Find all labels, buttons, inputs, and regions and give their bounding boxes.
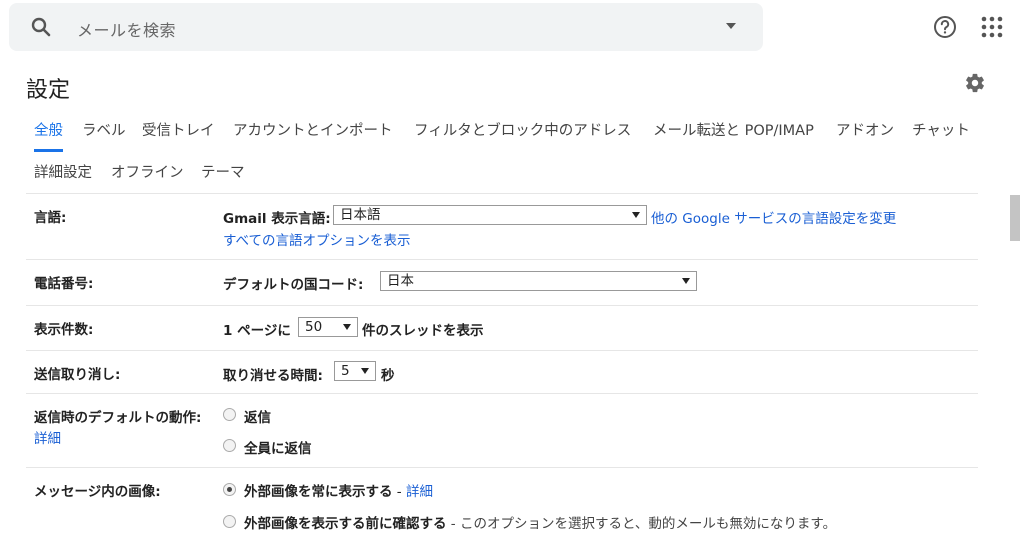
setting-label: メッセージ内の画像:	[34, 484, 161, 500]
chevron-down-icon	[361, 368, 369, 374]
seconds-label: 秒	[381, 368, 395, 384]
setting-row-language: 言語: Gmail 表示言語: 日本語 他の Google サービスの言語設定を…	[26, 194, 978, 259]
setting-row-undo-send: 送信取り消し: 取り消せる時間: 5 秒	[26, 351, 978, 393]
help-icon[interactable]	[932, 14, 958, 40]
country-code-label: デフォルトの国コード:	[223, 277, 364, 293]
undo-period-select[interactable]: 5	[334, 361, 376, 381]
tab-general[interactable]: 全般	[34, 122, 63, 152]
reply-all-radio[interactable]	[223, 439, 236, 452]
setting-label: 言語:	[34, 210, 67, 226]
always-show-images-option: 外部画像を常に表示する - 詳細	[244, 480, 433, 500]
other-google-language-link[interactable]: 他の Google サービスの言語設定を変更	[651, 207, 896, 227]
scrollbar-thumb[interactable]	[1010, 195, 1020, 241]
setting-row-phone: 電話番号: デフォルトの国コード: 日本	[26, 260, 978, 305]
display-language-label: Gmail 表示言語:	[223, 211, 331, 227]
option-separator: -	[392, 484, 406, 500]
display-language-select[interactable]: 日本語	[333, 205, 647, 225]
reply-details-link[interactable]: 詳細	[34, 427, 61, 447]
tab-labels[interactable]: ラベル	[82, 122, 126, 152]
country-code-select[interactable]: 日本	[380, 271, 697, 291]
search-icon[interactable]	[29, 15, 53, 39]
setting-label: 送信取り消し:	[34, 367, 121, 383]
ask-before-images-option: 外部画像を表示する前に確認する - このオプションを選択すると、動的メールも無効…	[244, 512, 836, 532]
tab-filters-blocked[interactable]: フィルタとブロック中のアドレス	[414, 122, 631, 152]
page-size-suffix: 件のスレッドを表示	[362, 323, 484, 339]
setting-label: 返信時のデフォルトの動作:	[34, 410, 202, 426]
page-title: 設定	[26, 78, 71, 103]
tab-addons[interactable]: アドオン	[836, 122, 894, 152]
scrollbar[interactable]	[1006, 58, 1024, 538]
top-bar: メールを検索	[0, 0, 1024, 58]
ask-before-images-label[interactable]: 外部画像を表示する前に確認する	[244, 516, 447, 532]
setting-row-images: メッセージ内の画像: 外部画像を常に表示する - 詳細 外部画像を表示する前に確…	[26, 468, 978, 538]
reply-option-label[interactable]: 返信	[244, 406, 271, 426]
reply-all-option-label[interactable]: 全員に返信	[244, 437, 312, 457]
tab-advanced[interactable]: 詳細設定	[34, 164, 92, 194]
reply-radio[interactable]	[223, 408, 236, 421]
setting-row-reply-default: 返信時のデフォルトの動作: 詳細 返信 全員に返信	[26, 394, 978, 467]
ask-before-images-radio[interactable]	[223, 515, 236, 528]
setting-label: 電話番号:	[34, 276, 94, 292]
chevron-down-icon	[632, 212, 640, 218]
tab-chat[interactable]: チャット	[912, 122, 970, 152]
chevron-down-icon	[682, 278, 690, 284]
tab-accounts-import[interactable]: アカウントとインポート	[233, 122, 393, 152]
search-input[interactable]: メールを検索	[77, 17, 176, 41]
tab-inbox[interactable]: 受信トレイ	[142, 122, 215, 152]
always-show-images-label[interactable]: 外部画像を常に表示する	[244, 484, 393, 500]
search-options-chevron-icon[interactable]	[726, 23, 736, 29]
search-box[interactable]: メールを検索	[9, 3, 763, 51]
apps-grid-icon[interactable]	[981, 16, 1003, 38]
tab-forwarding-pop-imap[interactable]: メール転送と POP/IMAP	[653, 122, 814, 152]
tab-themes[interactable]: テーマ	[201, 164, 245, 194]
all-language-options-link[interactable]: すべての言語オプションを表示	[223, 229, 411, 249]
tab-offline[interactable]: オフライン	[111, 164, 184, 194]
undo-period-label: 取り消せる時間:	[223, 368, 323, 384]
ask-before-images-description: - このオプションを選択すると、動的メールも無効になります。	[446, 516, 837, 532]
page-size-select[interactable]: 50	[298, 317, 358, 337]
page-size-prefix: 1 ページに	[223, 323, 291, 339]
chevron-down-icon	[343, 324, 351, 330]
gear-icon[interactable]	[964, 72, 986, 94]
images-details-link[interactable]: 詳細	[406, 484, 433, 500]
setting-row-page-size: 表示件数: 1 ページに 50 件のスレッドを表示	[26, 306, 978, 350]
always-show-images-radio[interactable]	[223, 483, 236, 496]
setting-label: 表示件数:	[34, 322, 94, 338]
